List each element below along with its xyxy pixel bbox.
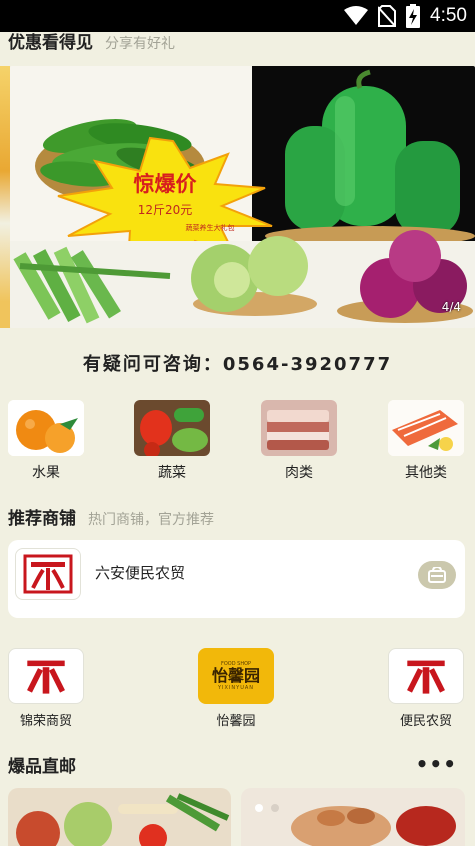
category-label: 肉类: [285, 465, 313, 481]
orange-icon: [8, 400, 84, 456]
product-card[interactable]: [8, 788, 231, 846]
meat-icon: [261, 400, 337, 456]
prev-slide-peek: [0, 66, 10, 328]
recommend-header: 推荐商铺 热门商铺，官方推荐: [8, 504, 214, 529]
more-button[interactable]: •••: [416, 752, 457, 776]
category-label: 其他类: [405, 465, 447, 481]
vegetable-icon: [134, 400, 210, 456]
recommend-title: 推荐商铺: [8, 509, 76, 529]
product-card[interactable]: [241, 788, 465, 846]
featured-shop-card[interactable]: 六安便民农贸: [8, 540, 465, 618]
hot-title: 爆品直邮: [8, 757, 76, 777]
brand-logo: [388, 648, 464, 704]
featured-shop-name: 六安便民农贸: [95, 564, 186, 582]
produce-row: [10, 230, 475, 328]
shop-logo: [15, 548, 81, 600]
promo-header: 优惠看得见 分享有好礼: [8, 28, 175, 53]
banner-image: 惊爆价 12斤20元 蔬菜养生大礼包: [10, 66, 475, 328]
battery-charging-icon: [406, 4, 421, 28]
jinrong-logo-icon: [27, 660, 65, 694]
brand-jinrong[interactable]: 锦荣商贸: [8, 648, 84, 729]
meat-platter-image: [241, 788, 465, 846]
clock: 4:50: [430, 5, 467, 26]
logo-subtext: YIXINYUAN: [217, 684, 255, 691]
recommend-subtitle: 热门商铺，官方推荐: [88, 512, 214, 528]
banner-tag: 蔬菜养生大礼包: [186, 223, 235, 232]
bianmin-logo-icon: [23, 554, 73, 594]
category-label: 蔬菜: [158, 465, 186, 481]
promo-banner[interactable]: 惊爆价 12斤20元 蔬菜养生大礼包: [10, 66, 475, 328]
brand-label: 锦荣商贸: [19, 714, 72, 729]
brand-label: 怡馨园: [216, 714, 256, 729]
yixinyuan-logo-icon: FOOD SHOP 怡馨园 YIXINYUAN: [198, 648, 274, 704]
wifi-icon: [344, 6, 369, 25]
logo-text: 怡馨园: [211, 666, 260, 686]
category-meat[interactable]: 肉类: [261, 400, 337, 482]
bianmin-logo-icon: [407, 660, 445, 694]
brand-bianmin[interactable]: 便民农贸: [388, 648, 464, 729]
brand-label: 便民农贸: [399, 714, 452, 729]
category-vegetable[interactable]: 蔬菜: [134, 400, 210, 482]
seafood-icon: [388, 400, 464, 456]
cabbage-icon: [191, 236, 317, 316]
brand-yixinyuan[interactable]: FOOD SHOP 怡馨园 YIXINYUAN 怡馨园: [198, 648, 274, 729]
banner-headline: 惊爆价: [134, 172, 198, 196]
consult-phone[interactable]: 有疑问可咨询：0564-3920777: [0, 350, 475, 376]
category-other[interactable]: 其他类: [388, 400, 464, 482]
banner-pager: 4/4: [441, 300, 461, 314]
banner-price: 12斤20元: [138, 203, 193, 217]
shop-icon: [428, 567, 446, 583]
vegetable-basket-image: [8, 788, 231, 846]
brand-logo: [8, 648, 84, 704]
enter-shop-button[interactable]: [418, 561, 456, 589]
hot-header: 爆品直邮: [8, 752, 76, 777]
category-label: 水果: [32, 465, 60, 481]
promo-subtitle: 分享有好礼: [105, 36, 175, 52]
no-sim-icon: [378, 5, 397, 27]
promo-title: 优惠看得见: [8, 33, 93, 53]
category-fruit[interactable]: 水果: [8, 400, 84, 482]
